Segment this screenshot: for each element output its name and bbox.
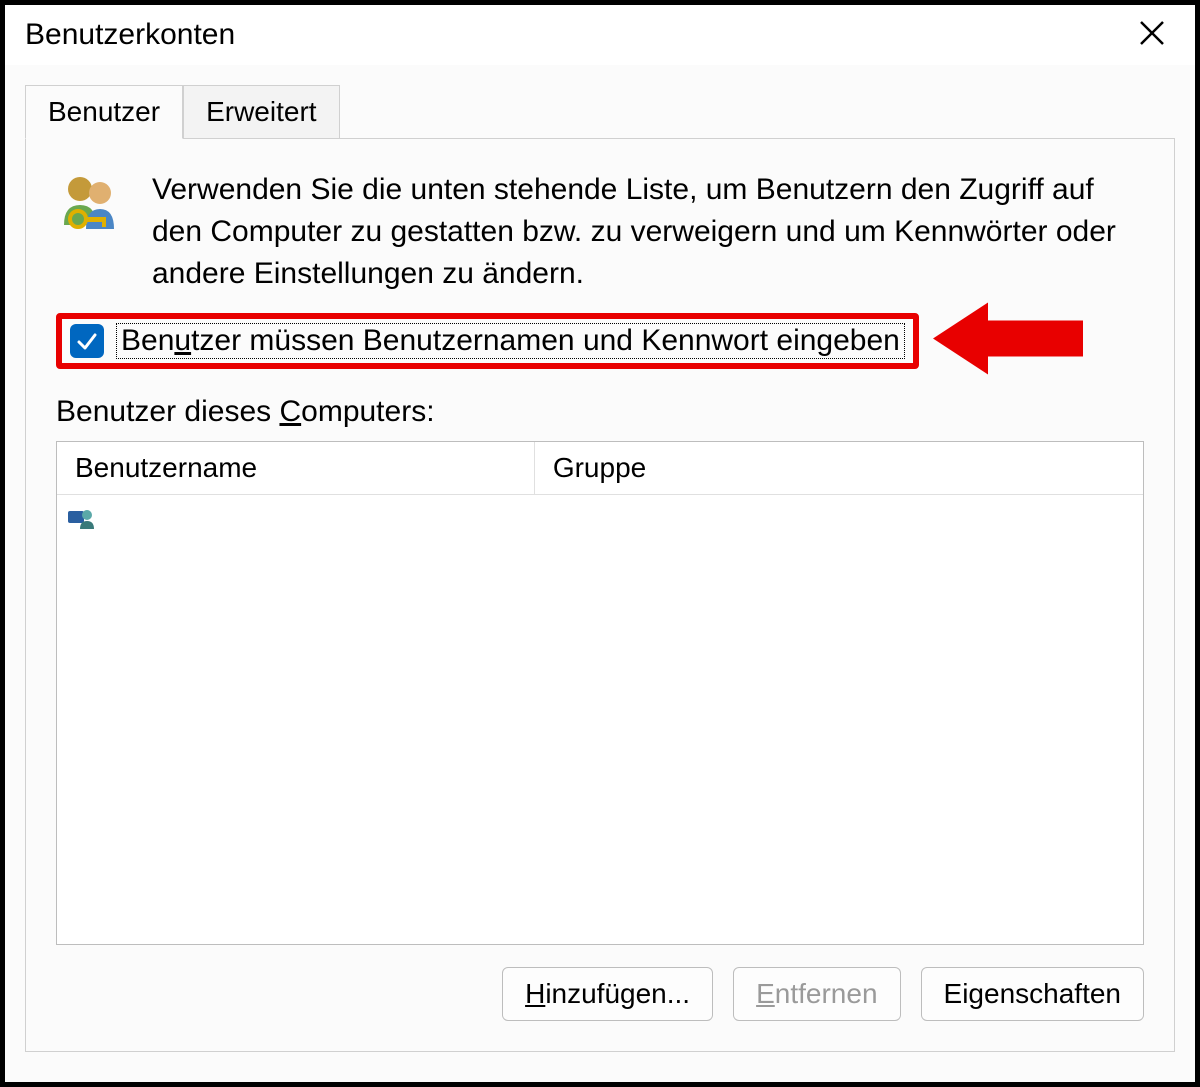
column-header-username[interactable]: Benutzername	[57, 442, 535, 494]
tab-strip: Benutzer Erweitert	[25, 85, 1175, 139]
add-button[interactable]: Hinzufügen...	[502, 967, 713, 1021]
window-title: Benutzerkonten	[25, 18, 235, 52]
user-list-label: Benutzer dieses Computers:	[56, 395, 1144, 429]
users-key-icon	[56, 169, 128, 241]
users-must-enter-credentials-checkbox[interactable]	[70, 324, 104, 358]
close-button[interactable]	[1129, 15, 1175, 55]
user-listbox[interactable]: Benutzername Gruppe	[56, 441, 1144, 945]
info-row: Verwenden Sie die unten stehende Liste, …	[56, 169, 1144, 295]
checkmark-icon	[76, 330, 98, 352]
tab-panel-users: Verwenden Sie die unten stehende Liste, …	[25, 138, 1175, 1052]
users-must-enter-credentials-label[interactable]: Benutzer müssen Benutzernamen und Kennwo…	[116, 323, 905, 359]
properties-button[interactable]: Eigenschaften	[921, 967, 1144, 1021]
annotation-arrow-icon	[933, 299, 1083, 384]
user-row-icon	[67, 503, 95, 531]
info-text: Verwenden Sie die unten stehende Liste, …	[152, 169, 1144, 295]
remove-button[interactable]: Entfernen	[733, 967, 900, 1021]
column-header-group[interactable]: Gruppe	[535, 442, 1143, 494]
button-row: Hinzufügen... Entfernen Eigenschaften	[56, 967, 1144, 1021]
list-body	[57, 495, 1143, 944]
annotation-highlight-box: Benutzer müssen Benutzernamen und Kennwo…	[56, 313, 919, 369]
tab-advanced[interactable]: Erweitert	[183, 85, 339, 139]
titlebar: Benutzerkonten	[5, 5, 1195, 65]
user-accounts-window: Benutzerkonten Benutzer Erweitert	[0, 0, 1200, 1087]
list-item[interactable]	[67, 501, 1133, 533]
tab-users[interactable]: Benutzer	[25, 85, 183, 139]
list-header: Benutzername Gruppe	[57, 442, 1143, 495]
close-icon	[1139, 20, 1165, 46]
tab-area: Benutzer Erweitert Verwenden Sie die	[5, 65, 1195, 1082]
